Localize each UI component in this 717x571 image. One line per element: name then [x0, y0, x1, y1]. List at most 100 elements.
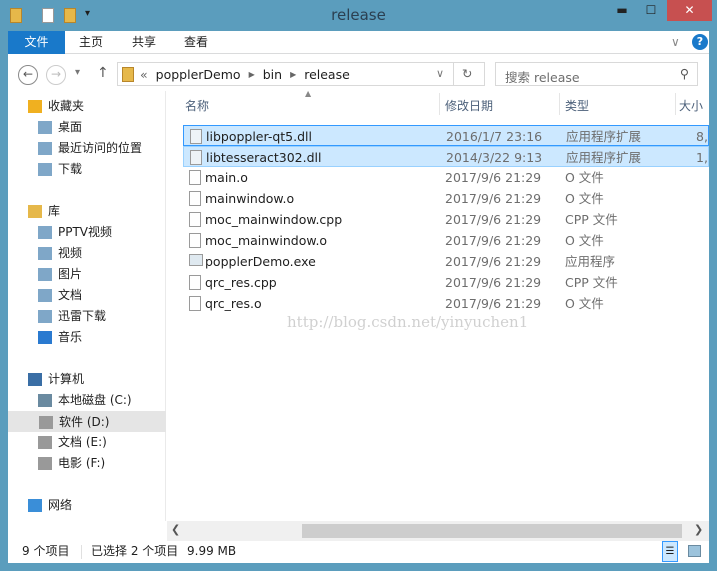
scrollbar-thumb[interactable] [302, 524, 682, 538]
scroll-right-button[interactable]: ❯ [694, 523, 703, 536]
details-view-button[interactable]: ☰ [662, 541, 678, 562]
file-row[interactable]: libtesseract302.dll 2014/3/22 9:13 应用程序扩展 1… [183, 146, 709, 167]
nav-item[interactable]: 最近访问的位置 [8, 138, 166, 159]
back-button[interactable]: ← [18, 65, 38, 85]
file-icon [189, 191, 201, 206]
nav-item[interactable]: 下载 [8, 159, 166, 180]
video-icon [38, 247, 52, 260]
nav-item-label: 电影 (F:) [58, 456, 106, 470]
scroll-left-button[interactable]: ❮ [171, 523, 180, 536]
nav-item[interactable]: 音乐 [8, 327, 166, 348]
overflow-chevron[interactable]: « [140, 67, 148, 82]
nav-item-label: 收藏夹 [48, 99, 85, 113]
nav-item[interactable]: PPTV视频 [8, 222, 166, 243]
divider [453, 63, 454, 85]
nav-item[interactable]: 计算机 [8, 369, 166, 390]
recent-locations-button[interactable]: ▾ [75, 67, 80, 78]
file-row[interactable]: moc_mainwindow.o 2017/9/6 21:29 O 文件 [183, 230, 709, 251]
file-row[interactable]: libpoppler-qt5.dll 2016/1/7 23:16 应用程序扩展 8, [183, 125, 709, 146]
music-icon [38, 331, 52, 344]
network-icon [28, 499, 42, 512]
file-date: 2014/3/22 9:13 [446, 150, 543, 165]
file-name: libpoppler-qt5.dll [206, 129, 312, 144]
nav-item-label: 迅雷下载 [58, 309, 107, 323]
search-input[interactable]: 搜索 release ⚲ [495, 62, 698, 86]
help-button[interactable]: ? [692, 34, 708, 50]
breadcrumb-bin[interactable]: bin [263, 67, 282, 82]
column-header-date[interactable]: 修改日期 [445, 97, 493, 114]
file-row[interactable]: main.o 2017/9/6 21:29 O 文件 [183, 167, 709, 188]
breadcrumb-release[interactable]: release [304, 67, 350, 82]
horizontal-scrollbar[interactable]: ❮ ❯ [167, 521, 709, 541]
library-video-icon [38, 226, 52, 239]
search-icon[interactable]: ⚲ [680, 66, 689, 81]
drive-icon [38, 436, 52, 449]
file-row[interactable]: moc_mainwindow.cpp 2017/9/6 21:29 CPP 文件 [183, 209, 709, 230]
drive-icon [38, 457, 52, 470]
maximize-button[interactable]: ☐ [636, 0, 666, 21]
file-size: 8, [696, 129, 708, 144]
file-type: CPP 文件 [565, 212, 618, 227]
file-row[interactable]: qrc_res.o 2017/9/6 21:29 O 文件 [183, 293, 709, 314]
file-name: libtesseract302.dll [206, 150, 322, 165]
column-header-type[interactable]: 类型 [565, 97, 589, 114]
nav-item-label: 计算机 [48, 372, 85, 386]
library-downloads-icon [38, 310, 52, 323]
nav-item-label: 下载 [58, 162, 83, 176]
expand-ribbon-button[interactable]: ∨ [671, 35, 680, 49]
nav-item[interactable]: 文档 (E:) [8, 432, 166, 453]
file-type: 应用程序 [565, 254, 616, 269]
downloads-folder-icon [38, 163, 52, 176]
column-divider[interactable] [675, 93, 676, 115]
forward-button[interactable]: → [46, 65, 66, 85]
file-date: 2017/9/6 21:29 [445, 170, 542, 185]
tab-view[interactable]: 查看 [170, 31, 222, 54]
file-date: 2016/1/7 23:16 [446, 129, 543, 144]
status-bar: 9 个项目 已选择 2 个项目 9.99 MB ☰ [8, 541, 709, 563]
file-row[interactable]: mainwindow.o 2017/9/6 21:29 O 文件 [183, 188, 709, 209]
search-placeholder: 搜索 release [505, 70, 580, 85]
tab-file[interactable]: 文件 [8, 31, 65, 54]
nav-item[interactable]: 软件 (D:) [8, 411, 166, 432]
up-button[interactable]: ↑ [97, 65, 109, 81]
column-header-name[interactable]: 名称 [185, 97, 209, 114]
tab-home[interactable]: 主页 [65, 31, 117, 54]
nav-item[interactable]: 迅雷下载 [8, 306, 166, 327]
file-date: 2017/9/6 21:29 [445, 254, 542, 269]
column-header-size[interactable]: 大小 [679, 97, 703, 114]
nav-item[interactable]: 视频 [8, 243, 166, 264]
file-row[interactable]: qrc_res.cpp 2017/9/6 21:29 CPP 文件 [183, 272, 709, 293]
minimize-button[interactable]: ▬ [607, 0, 637, 21]
folder-icon [122, 66, 134, 82]
refresh-button[interactable]: ↻ [462, 66, 472, 81]
column-divider[interactable] [559, 93, 560, 115]
nav-item-label: 图片 [58, 267, 83, 281]
file-row[interactable]: popplerDemo.exe 2017/9/6 21:29 应用程序 [183, 251, 709, 272]
nav-item[interactable]: 网络 [8, 495, 166, 516]
file-date: 2017/9/6 21:29 [445, 296, 542, 311]
nav-item[interactable]: 库 [8, 201, 166, 222]
nav-item[interactable]: 文档 [8, 285, 166, 306]
nav-item[interactable]: 收藏夹 [8, 96, 166, 117]
close-button[interactable]: ✕ [667, 0, 712, 21]
file-list: ▲ 名称 修改日期 类型 大小 libpoppler-qt5.dll 2016/1… [167, 89, 709, 521]
nav-item[interactable]: 本地磁盘 (C:) [8, 390, 166, 411]
nav-item[interactable]: 电影 (F:) [8, 453, 166, 474]
chevron-right-icon[interactable]: ▶ [249, 70, 255, 79]
address-bar[interactable]: « popplerDemo ▶ bin ▶ release ∨ ↻ [117, 62, 485, 86]
column-divider[interactable] [439, 93, 440, 115]
file-name: popplerDemo.exe [205, 254, 316, 269]
file-size: 1, [696, 150, 708, 165]
breadcrumb-popplerdemo[interactable]: popplerDemo [156, 67, 241, 82]
ribbon-tabs: 文件 主页 共享 查看 ∨ ? [8, 31, 709, 54]
file-name: moc_mainwindow.o [205, 233, 328, 248]
address-dropdown[interactable]: ∨ [436, 67, 444, 80]
large-icons-view-button[interactable] [688, 545, 701, 557]
nav-item[interactable]: 图片 [8, 264, 166, 285]
tab-share[interactable]: 共享 [118, 31, 170, 54]
file-type: O 文件 [565, 296, 604, 311]
explorer-window: 文件 主页 共享 查看 ∨ ? ← → ▾ ↑ « popplerDemo ▶ … [8, 31, 709, 563]
chevron-right-icon[interactable]: ▶ [290, 70, 296, 79]
nav-item[interactable]: 桌面 [8, 117, 166, 138]
nav-item-label: PPTV视频 [58, 225, 113, 239]
